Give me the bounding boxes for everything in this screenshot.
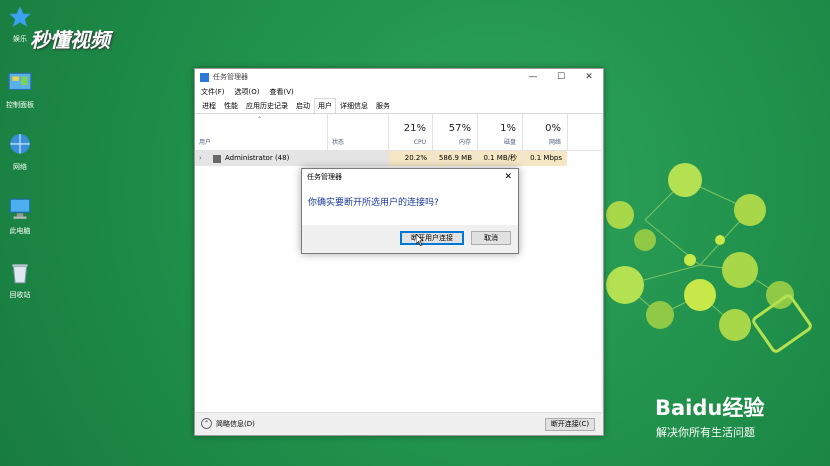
column-status[interactable]: 状态 xyxy=(328,114,389,150)
maximize-button[interactable]: ☐ xyxy=(547,69,575,85)
tab-users[interactable]: 用户 xyxy=(314,98,336,113)
column-cpu-label: CPU xyxy=(413,139,426,146)
tab-services[interactable]: 服务 xyxy=(372,98,394,113)
disconnect-button[interactable]: 断开连接(C) xyxy=(545,418,595,431)
column-user-label: 用户 xyxy=(199,139,212,146)
watermark-logo: 秒懂视频 xyxy=(30,28,110,52)
tab-details[interactable]: 详细信息 xyxy=(336,98,372,113)
memory-total: 57% xyxy=(448,123,471,134)
menu-bar: 文件(F) 选项(O) 查看(V) xyxy=(195,85,603,99)
column-disk[interactable]: 1% 磁盘 xyxy=(478,114,523,150)
desktop-icon-control-panel[interactable]: 控制面板 xyxy=(0,70,40,110)
dialog-title: 任务管理器 xyxy=(307,173,342,181)
baidu-logo: Baidu经验 xyxy=(655,396,765,420)
title-bar[interactable]: 任务管理器 — ☐ ✕ xyxy=(195,69,603,85)
column-network[interactable]: 0% 网络 xyxy=(523,114,568,150)
dialog-button-bar: 断开用户连接 取消 xyxy=(302,225,518,253)
dialog-title-bar[interactable]: 任务管理器 ✕ xyxy=(302,169,518,185)
network-icon xyxy=(10,134,30,154)
cancel-button[interactable]: 取消 xyxy=(471,231,511,245)
dialog-body: 你确实要断开所选用户的连接吗? xyxy=(302,185,518,225)
user-memory: 586.9 MB xyxy=(433,151,477,166)
control-panel-icon xyxy=(8,72,32,91)
column-cpu[interactable]: 21% CPU xyxy=(389,114,433,150)
column-user[interactable]: ⌃ 用户 xyxy=(195,114,328,150)
tab-processes[interactable]: 进程 xyxy=(198,98,220,113)
table-header: ⌃ 用户 状态 21% CPU 57% 内存 1% 磁盘 0% 网络 xyxy=(195,114,601,151)
task-manager-icon xyxy=(200,72,209,82)
menu-view[interactable]: 查看(V) xyxy=(269,87,293,97)
desktop-icon-network[interactable]: 网络 xyxy=(0,132,40,172)
column-disk-label: 磁盘 xyxy=(503,139,516,146)
table-row[interactable]: › Administrator (48) 20.2% 586.9 MB 0.1 … xyxy=(195,151,567,166)
footer-bar: ⌃ 简略信息(D) 断开连接(C) xyxy=(195,412,601,435)
desktop-icon-label: 控制面板 xyxy=(6,101,34,109)
desktop-icon-label: 此电脑 xyxy=(9,227,31,235)
user-icon xyxy=(213,155,221,163)
cpu-total: 21% xyxy=(403,123,426,134)
column-memory[interactable]: 57% 内存 xyxy=(433,114,478,150)
dialog-close-icon[interactable]: ✕ xyxy=(504,169,512,185)
baidu-slogan: 解决你所有生活问题 xyxy=(656,426,755,439)
sort-up-icon: ⌃ xyxy=(257,116,263,123)
close-button[interactable]: ✕ xyxy=(575,69,603,85)
desktop-icon-this-pc[interactable]: 此电脑 xyxy=(0,196,40,236)
desktop-icon-recycle-bin[interactable]: 回收站 xyxy=(0,260,40,300)
column-status-label: 状态 xyxy=(332,139,345,146)
fewer-details-label: 简略信息(D) xyxy=(216,419,255,428)
desktop-icon-label: 网络 xyxy=(13,163,27,171)
user-network: 0.1 Mbps xyxy=(523,151,567,166)
user-cpu: 20.2% xyxy=(389,151,432,166)
tab-bar: 进程 性能 应用历史记录 启动 用户 详细信息 服务 xyxy=(195,98,603,114)
desktop-icon-label: 回收站 xyxy=(9,291,31,299)
network-total: 0% xyxy=(545,123,561,134)
window-title: 任务管理器 xyxy=(213,73,248,81)
fewer-details-toggle[interactable]: ⌃ 简略信息(D) xyxy=(201,418,255,429)
lightbulb-illustration xyxy=(606,163,812,353)
tab-startup[interactable]: 启动 xyxy=(292,98,314,113)
mouse-cursor-icon xyxy=(416,234,424,246)
expand-chevron-icon[interactable]: › xyxy=(199,151,202,166)
column-memory-label: 内存 xyxy=(458,139,471,146)
menu-file[interactable]: 文件(F) xyxy=(201,87,225,97)
menu-options[interactable]: 选项(O) xyxy=(235,87,260,97)
users-table: ⌃ 用户 状态 21% CPU 57% 内存 1% 磁盘 0% 网络 › Adm… xyxy=(195,114,601,434)
tab-performance[interactable]: 性能 xyxy=(220,98,242,113)
minimize-button[interactable]: — xyxy=(519,69,547,85)
chevron-up-circle-icon: ⌃ xyxy=(201,418,212,429)
disk-total: 1% xyxy=(500,123,516,134)
confirm-dialog: 任务管理器 ✕ 你确实要断开所选用户的连接吗? 断开用户连接 取消 xyxy=(301,168,519,254)
computer-icon xyxy=(9,198,31,219)
user-disk: 0.1 MB/秒 xyxy=(478,151,522,166)
recycle-bin-icon xyxy=(12,264,28,284)
column-network-label: 网络 xyxy=(548,139,561,146)
dialog-message: 你确实要断开所选用户的连接吗? xyxy=(308,198,439,208)
user-name: Administrator (48) xyxy=(225,154,290,162)
tab-app-history[interactable]: 应用历史记录 xyxy=(242,98,292,113)
disconnect-user-button[interactable]: 断开用户连接 xyxy=(400,231,464,245)
